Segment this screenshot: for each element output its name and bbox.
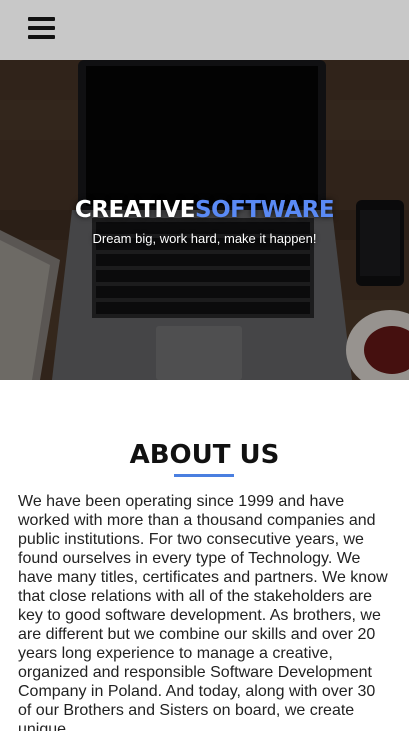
- about-us-heading: ABOUT US: [129, 440, 280, 470]
- hero-banner: CREATIVESOFTWARE Dream big, work hard, m…: [0, 60, 409, 380]
- menu-bar-line: [28, 35, 55, 39]
- about-us-paragraph: We have been operating since 1999 and ha…: [18, 493, 388, 731]
- menu-bar-line: [28, 17, 55, 21]
- hero-title-software: SOFTWARE: [195, 197, 335, 223]
- menu-bar-line: [28, 26, 55, 30]
- hero-title: CREATIVESOFTWARE: [0, 197, 409, 223]
- hamburger-menu-icon[interactable]: [28, 17, 55, 39]
- hero-title-creative: CREATIVE: [74, 197, 196, 223]
- about-heading-underline: [174, 474, 234, 477]
- hero-subtitle: Dream big, work hard, make it happen!: [92, 231, 317, 246]
- top-navbar: [0, 0, 409, 60]
